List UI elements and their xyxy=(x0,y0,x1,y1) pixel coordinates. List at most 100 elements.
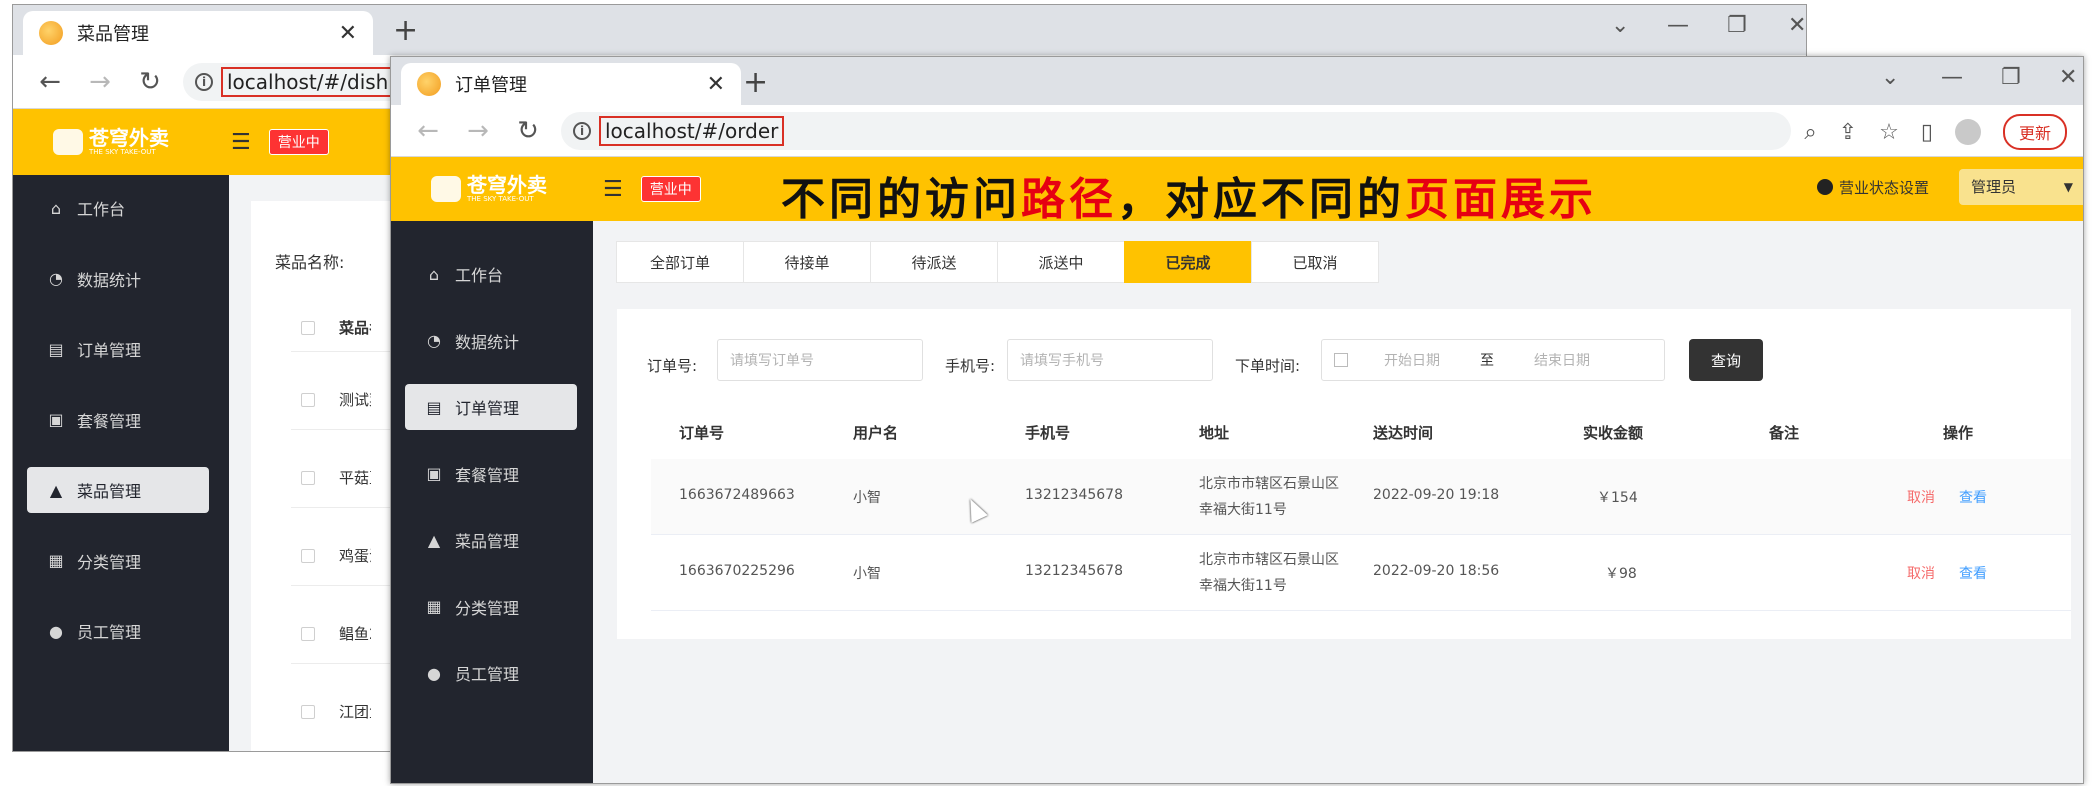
cancel-link[interactable]: 取消 xyxy=(1907,487,1935,507)
view-link[interactable]: 查看 xyxy=(1959,563,1987,583)
restore-icon[interactable]: ❐ xyxy=(1727,13,1747,38)
url-text[interactable]: localhost/#/order xyxy=(599,115,785,146)
back-arrow-icon[interactable]: ← xyxy=(37,67,63,97)
row-checkbox[interactable] xyxy=(301,627,315,641)
order-status-tabs: 全部订单 待接单 待派送 派送中 已完成 已取消 xyxy=(616,241,1379,283)
tab-strip: 订单管理 ✕ + ⌄ — ❐ ✕ xyxy=(391,57,2083,105)
dish-icon: ▲ xyxy=(49,480,63,500)
info-icon[interactable]: i xyxy=(195,72,213,91)
tab-title: 订单管理 xyxy=(455,75,527,96)
menu-toggle-icon[interactable]: ☰ xyxy=(231,130,251,155)
chevron-down-icon[interactable]: ⌄ xyxy=(1881,65,1899,90)
forward-arrow-icon[interactable]: → xyxy=(87,67,113,97)
toolbar-icons: ⌕ ⇪ ☆ ▯ 更新 xyxy=(1804,114,2067,150)
reload-icon[interactable]: ↻ xyxy=(515,116,541,146)
annotation-banner: 不同的访问路径，对应不同的页面展示 xyxy=(781,163,1597,227)
sidebar-item-statistics[interactable]: ◔ 数据统计 xyxy=(405,318,577,364)
close-window-icon[interactable]: ✕ xyxy=(1788,13,1806,38)
sidebar-item-setmeal[interactable]: ▣ 套餐管理 xyxy=(405,451,577,497)
tab-pending-delivery[interactable]: 待派送 xyxy=(870,241,998,283)
column-header: 备注 xyxy=(1769,424,1800,442)
cancel-link[interactable]: 取消 xyxy=(1907,563,1935,583)
status-badge: 营业中 xyxy=(640,176,701,202)
favicon-icon xyxy=(39,21,63,45)
date-range-picker[interactable]: 开始日期 至 结束日期 xyxy=(1321,339,1665,381)
address-cell: 北京市市辖区石景山区 幸福大街11号 xyxy=(1199,547,1339,599)
row-checkbox[interactable] xyxy=(301,393,315,407)
new-tab-icon[interactable]: + xyxy=(743,65,768,100)
sidebar-item-orders[interactable]: ▤ 订单管理 xyxy=(405,384,577,430)
user-menu[interactable]: 管理员 ▼ xyxy=(1959,169,2083,205)
phone-cell: 13212345678 xyxy=(1025,563,1123,579)
sidebar-item-orders[interactable]: ▤ 订单管理 xyxy=(27,326,209,372)
row-checkbox[interactable] xyxy=(301,705,315,719)
dish-name-cell: 江团鱼 xyxy=(339,703,371,721)
tab-cancelled[interactable]: 已取消 xyxy=(1251,241,1379,283)
dish-name-cell: 测试菜 xyxy=(339,391,371,409)
browser-window-order: 订单管理 ✕ + ⌄ — ❐ ✕ ← → ↻ i localhost/#/ord… xyxy=(390,56,2084,784)
tab-all-orders[interactable]: 全部订单 xyxy=(616,241,744,283)
sidebar-item-category[interactable]: ▦ 分类管理 xyxy=(405,584,577,630)
tab-title: 菜品管理 xyxy=(77,24,149,45)
zoom-icon[interactable]: ⌕ xyxy=(1804,120,1816,145)
side-panel-icon[interactable]: ▯ xyxy=(1921,120,1933,145)
share-icon[interactable]: ⇪ xyxy=(1839,120,1857,145)
new-tab-icon[interactable]: + xyxy=(393,13,418,48)
user-cell: 小智 xyxy=(853,490,881,506)
restore-icon[interactable]: ❐ xyxy=(2001,65,2021,90)
address-bar[interactable]: i localhost/#/order xyxy=(561,111,1791,150)
business-status-setting[interactable]: 营业状态设置 xyxy=(1816,177,1929,198)
dish-name-label: 菜品名称: xyxy=(275,253,345,272)
url-text[interactable]: localhost/#/dish xyxy=(221,66,395,97)
bookmark-star-icon[interactable]: ☆ xyxy=(1879,120,1899,145)
sidebar-item-employee[interactable]: ● 员工管理 xyxy=(405,650,577,696)
close-window-icon[interactable]: ✕ xyxy=(2059,65,2077,90)
row-checkbox[interactable] xyxy=(301,471,315,485)
profile-avatar-icon[interactable] xyxy=(1954,119,1981,145)
chevron-down-icon[interactable]: ⌄ xyxy=(1611,13,1629,38)
table-row: 1663672489663 小智 13212345678 北京市市辖区石景山区 … xyxy=(651,459,2071,535)
logo-text: 苍穹外卖 xyxy=(89,126,169,150)
sidebar-item-workbench[interactable]: ⌂ 工作台 xyxy=(405,251,577,297)
minimize-icon[interactable]: — xyxy=(1667,13,1689,38)
phone-input[interactable]: 请填写手机号 xyxy=(1007,339,1213,381)
query-button[interactable]: 查询 xyxy=(1689,339,1763,381)
menu-toggle-icon[interactable]: ☰ xyxy=(603,177,623,202)
forward-arrow-icon[interactable]: → xyxy=(465,116,491,146)
browser-tab-order[interactable]: 订单管理 ✕ xyxy=(401,63,741,105)
amount-cell: ￥154 xyxy=(1597,490,1638,506)
sidebar-item-statistics[interactable]: ◔ 数据统计 xyxy=(27,256,209,302)
tab-completed[interactable]: 已完成 xyxy=(1124,241,1252,283)
phone-label: 手机号: xyxy=(945,357,996,375)
browser-tab-dish[interactable]: 菜品管理 ✕ xyxy=(23,11,373,55)
select-all-checkbox[interactable] xyxy=(301,321,315,335)
sidebar-item-setmeal[interactable]: ▣ 套餐管理 xyxy=(27,397,209,443)
banner-text-highlight: 页面展示 xyxy=(1405,174,1597,225)
row-checkbox[interactable] xyxy=(301,549,315,563)
info-icon[interactable]: i xyxy=(573,121,591,140)
sidebar-item-dish[interactable]: ▲ 菜品管理 xyxy=(27,467,209,513)
order-no-input[interactable]: 请填写订单号 xyxy=(717,339,923,381)
reload-icon[interactable]: ↻ xyxy=(137,67,163,97)
back-arrow-icon[interactable]: ← xyxy=(415,116,441,146)
order-no-cell: 1663670225296 xyxy=(679,563,795,579)
minimize-icon[interactable]: — xyxy=(1941,65,1963,90)
tab-delivering[interactable]: 派送中 xyxy=(997,241,1125,283)
view-link[interactable]: 查看 xyxy=(1959,487,1987,507)
update-button[interactable]: 更新 xyxy=(2002,114,2067,150)
banner-text: 不同的访问 xyxy=(781,174,1021,225)
sidebar-item-category[interactable]: ▦ 分类管理 xyxy=(27,538,209,584)
chart-icon: ◔ xyxy=(427,331,441,350)
close-tab-icon[interactable]: ✕ xyxy=(339,21,357,46)
sidebar-item-workbench[interactable]: ⌂ 工作台 xyxy=(27,185,209,231)
banner-text-highlight: 路径 xyxy=(1021,174,1117,225)
status-badge: 营业中 xyxy=(268,129,329,155)
delivery-time-cell: 2022-09-20 19:18 xyxy=(1373,487,1500,503)
close-tab-icon[interactable]: ✕ xyxy=(707,72,725,97)
caret-down-icon: ▼ xyxy=(2063,180,2073,194)
dish-name-cell: 平菇豆 xyxy=(339,469,371,487)
sidebar-item-employee[interactable]: ● 员工管理 xyxy=(27,608,209,654)
tab-pending-accept[interactable]: 待接单 xyxy=(743,241,871,283)
dish-name-cell: 鸡蛋汤 xyxy=(339,547,371,565)
sidebar-item-dish[interactable]: ▲ 菜品管理 xyxy=(405,517,577,563)
